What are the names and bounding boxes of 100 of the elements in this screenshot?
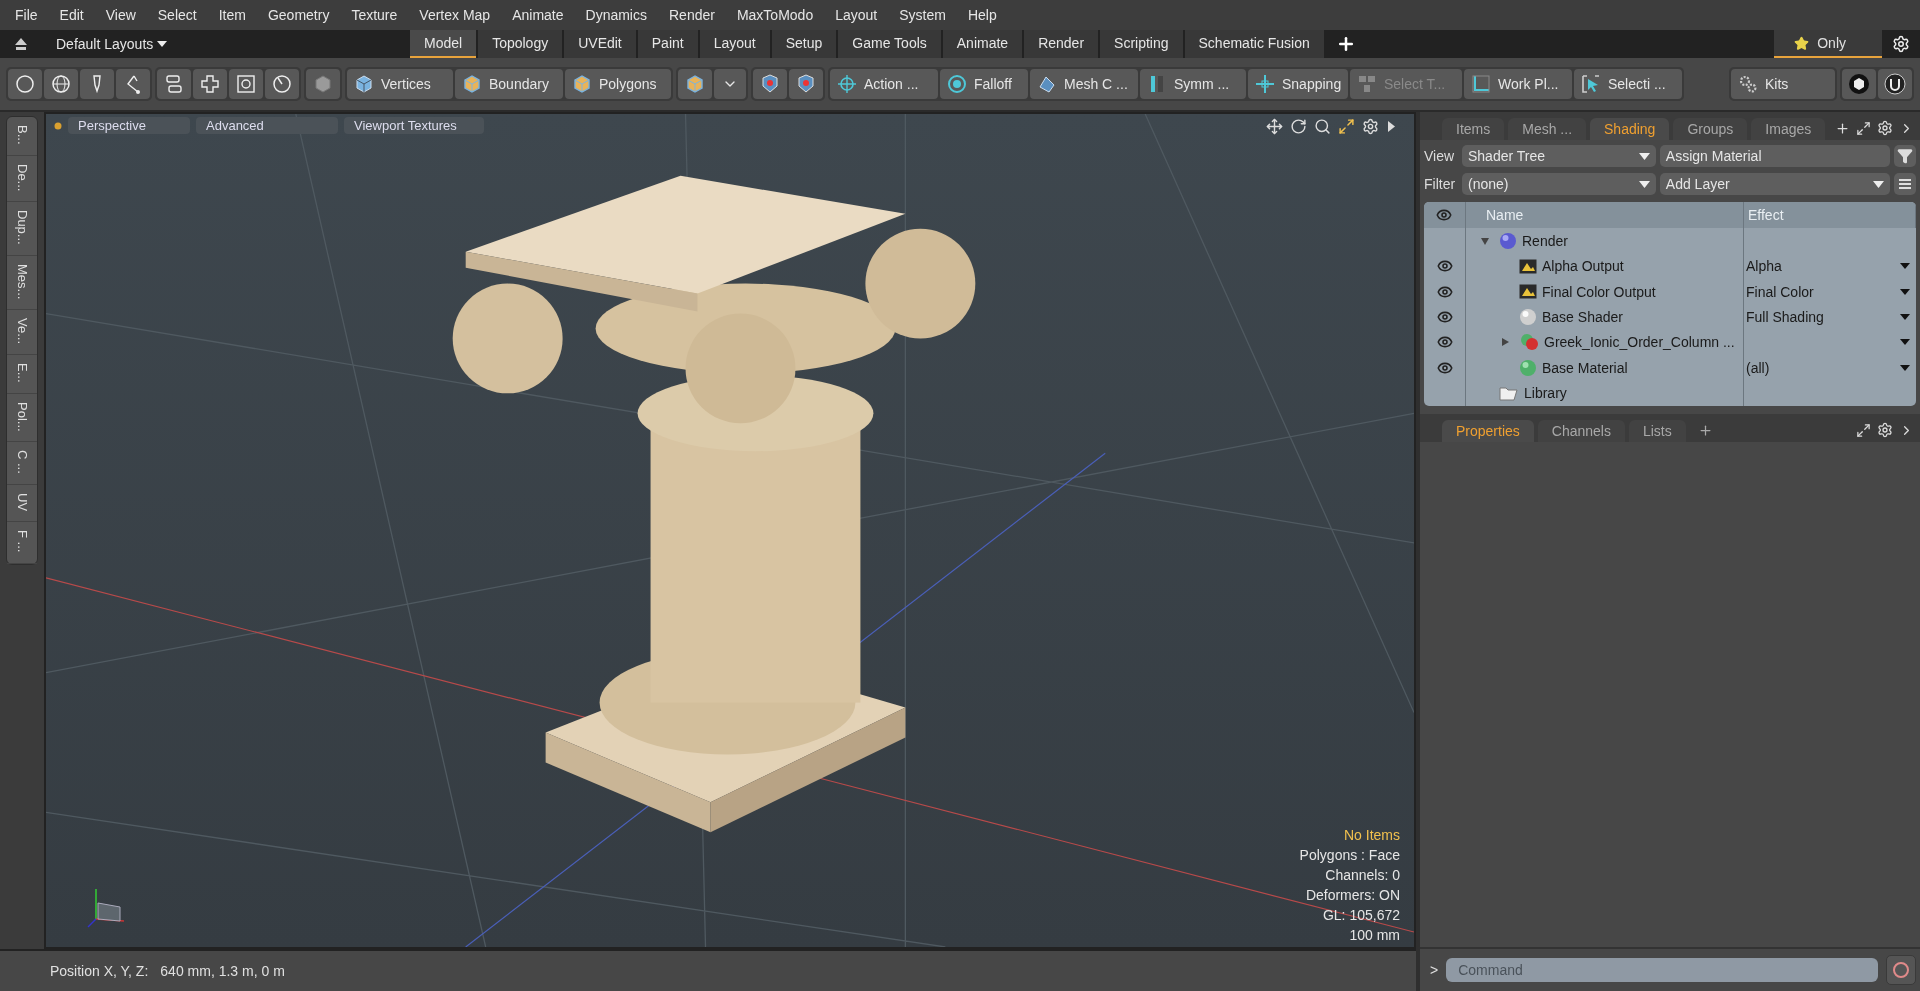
upload-icon[interactable] xyxy=(14,37,28,51)
collapsed-arrow-icon[interactable] xyxy=(1500,337,1510,348)
maximize-icon[interactable] xyxy=(1338,118,1355,135)
only-filter-button[interactable]: Only xyxy=(1774,30,1882,58)
move-icon[interactable] xyxy=(1266,118,1283,135)
maximize-icon[interactable] xyxy=(1856,120,1871,136)
tool-button[interactable] xyxy=(44,69,78,99)
tool-button[interactable]: Boundary xyxy=(455,69,563,99)
effect-value[interactable]: (all) xyxy=(1746,359,1770,376)
layout-tab[interactable]: Layout xyxy=(699,30,770,58)
rotate-icon[interactable] xyxy=(1290,118,1307,135)
layout-tab[interactable]: Game Tools xyxy=(838,30,941,58)
side-tab[interactable]: De... xyxy=(7,155,37,202)
layer-name[interactable]: Alpha Output xyxy=(1542,258,1624,275)
settings-icon[interactable] xyxy=(1877,120,1893,136)
layout-tab[interactable]: Render xyxy=(1024,30,1099,58)
tool-button[interactable]: Mesh C ... xyxy=(1030,69,1138,99)
layout-tab[interactable]: Model xyxy=(410,30,477,58)
side-tab[interactable]: E... xyxy=(7,355,37,394)
command-field[interactable]: Command xyxy=(1446,958,1878,982)
panel-tab[interactable]: Mesh ... xyxy=(1508,118,1587,140)
menu-item[interactable]: File xyxy=(4,7,49,23)
menu-item[interactable]: System xyxy=(888,7,957,23)
menu-item[interactable]: Texture xyxy=(340,7,409,23)
tool-button[interactable]: Falloff xyxy=(940,69,1028,99)
tool-button[interactable]: Snapping xyxy=(1248,69,1348,99)
menu-item[interactable]: Layout xyxy=(824,7,889,23)
zoom-icon[interactable] xyxy=(1314,118,1331,135)
layer-name[interactable]: Library xyxy=(1524,385,1567,402)
tool-button[interactable]: Selecti ... xyxy=(1574,69,1682,99)
menu-item[interactable]: Edit xyxy=(48,7,95,23)
effect-value[interactable]: Full Shading xyxy=(1746,308,1824,325)
tool-button[interactable] xyxy=(265,69,299,99)
viewport-option[interactable]: Viewport Textures xyxy=(344,117,484,134)
filter-button[interactable] xyxy=(1894,145,1916,167)
layer-name[interactable]: Base Material xyxy=(1542,359,1628,376)
side-tab[interactable]: Ve... xyxy=(7,310,37,356)
tool-button[interactable] xyxy=(1842,69,1876,99)
layer-name[interactable]: Greek_Ionic_Order_Column ... xyxy=(1544,334,1735,351)
side-tab[interactable]: B... xyxy=(7,117,37,156)
menu-item[interactable]: View xyxy=(94,7,147,23)
layout-tab[interactable]: UVEdit xyxy=(564,30,636,58)
panel-tab[interactable]: Lists xyxy=(1628,420,1686,442)
settings-icon[interactable] xyxy=(1877,422,1893,438)
side-tab[interactable]: F ... xyxy=(7,522,37,564)
assign-material-button[interactable]: Assign Material xyxy=(1659,145,1890,167)
layout-tab[interactable]: Setup xyxy=(771,30,837,58)
tool-button[interactable] xyxy=(8,69,42,99)
layout-tab[interactable]: Topology xyxy=(478,30,563,58)
side-tab[interactable]: Pol... xyxy=(7,393,37,443)
dropdown-button[interactable] xyxy=(714,69,746,99)
add-tab-icon[interactable] xyxy=(1835,120,1850,136)
menu-item[interactable]: Render xyxy=(658,7,726,23)
expanded-arrow-icon[interactable] xyxy=(1480,235,1490,246)
tool-button[interactable] xyxy=(1878,69,1912,99)
menu-item[interactable]: Select xyxy=(146,7,208,23)
dropdown-caret-icon[interactable] xyxy=(1900,363,1910,372)
tool-button[interactable]: Kits xyxy=(1731,69,1835,99)
tool-button[interactable]: Work Pl... xyxy=(1464,69,1572,99)
settings-icon[interactable] xyxy=(1892,35,1910,53)
layout-dropdown[interactable]: Default Layouts xyxy=(56,36,168,52)
panel-tab[interactable]: Shading xyxy=(1590,118,1670,140)
tool-button[interactable]: Vertices xyxy=(347,69,453,99)
layer-name[interactable]: Render xyxy=(1522,232,1568,249)
layer-name[interactable]: Final Color Output xyxy=(1542,283,1656,300)
panel-tab[interactable]: Channels xyxy=(1537,420,1625,442)
menu-item[interactable]: Dynamics xyxy=(574,7,658,23)
layer-name[interactable]: Base Shader xyxy=(1542,308,1623,325)
dropdown-caret-icon[interactable] xyxy=(1900,338,1910,347)
side-tab[interactable]: Dup... xyxy=(7,202,37,256)
tool-button[interactable]: Symm ... xyxy=(1140,69,1246,99)
layout-tab[interactable]: Paint xyxy=(637,30,698,58)
menu-item[interactable]: Vertex Map xyxy=(408,7,502,23)
list-button[interactable] xyxy=(1894,173,1916,195)
layout-tab[interactable]: Scripting xyxy=(1100,30,1183,58)
side-tab[interactable]: C ... xyxy=(7,442,37,486)
settings-icon[interactable] xyxy=(1362,118,1379,135)
menu-item[interactable]: Geometry xyxy=(256,7,341,23)
tool-button[interactable]: Polygons xyxy=(565,69,671,99)
layout-tab[interactable]: Animate xyxy=(942,30,1023,58)
side-tab[interactable]: UV xyxy=(7,485,37,523)
menu-item[interactable]: Help xyxy=(956,7,1008,23)
effect-value[interactable]: Final Color xyxy=(1746,283,1814,300)
panel-tab[interactable]: Properties xyxy=(1442,420,1534,442)
menu-item[interactable]: Animate xyxy=(501,7,575,23)
menu-item[interactable]: MaxToModo xyxy=(725,7,825,23)
filter-dropdown[interactable]: (none) xyxy=(1462,173,1656,195)
maximize-icon[interactable] xyxy=(1856,422,1871,438)
panel-tab[interactable]: Images xyxy=(1751,118,1826,140)
record-button[interactable] xyxy=(1886,955,1916,985)
viewport-option[interactable]: Advanced xyxy=(196,117,338,134)
menu-item[interactable]: Item xyxy=(207,7,257,23)
view-dropdown[interactable]: Shader Tree xyxy=(1462,145,1656,167)
effect-value[interactable]: Alpha xyxy=(1746,258,1782,275)
add-layer-dropdown[interactable]: Add Layer xyxy=(1659,173,1890,195)
panel-tab[interactable]: Items xyxy=(1442,118,1505,140)
dropdown-caret-icon[interactable] xyxy=(1900,262,1910,271)
layout-tab[interactable]: Schematic Fusion xyxy=(1184,30,1324,58)
panel-tab[interactable]: Groups xyxy=(1673,118,1748,140)
dropdown-caret-icon[interactable] xyxy=(1900,312,1910,321)
